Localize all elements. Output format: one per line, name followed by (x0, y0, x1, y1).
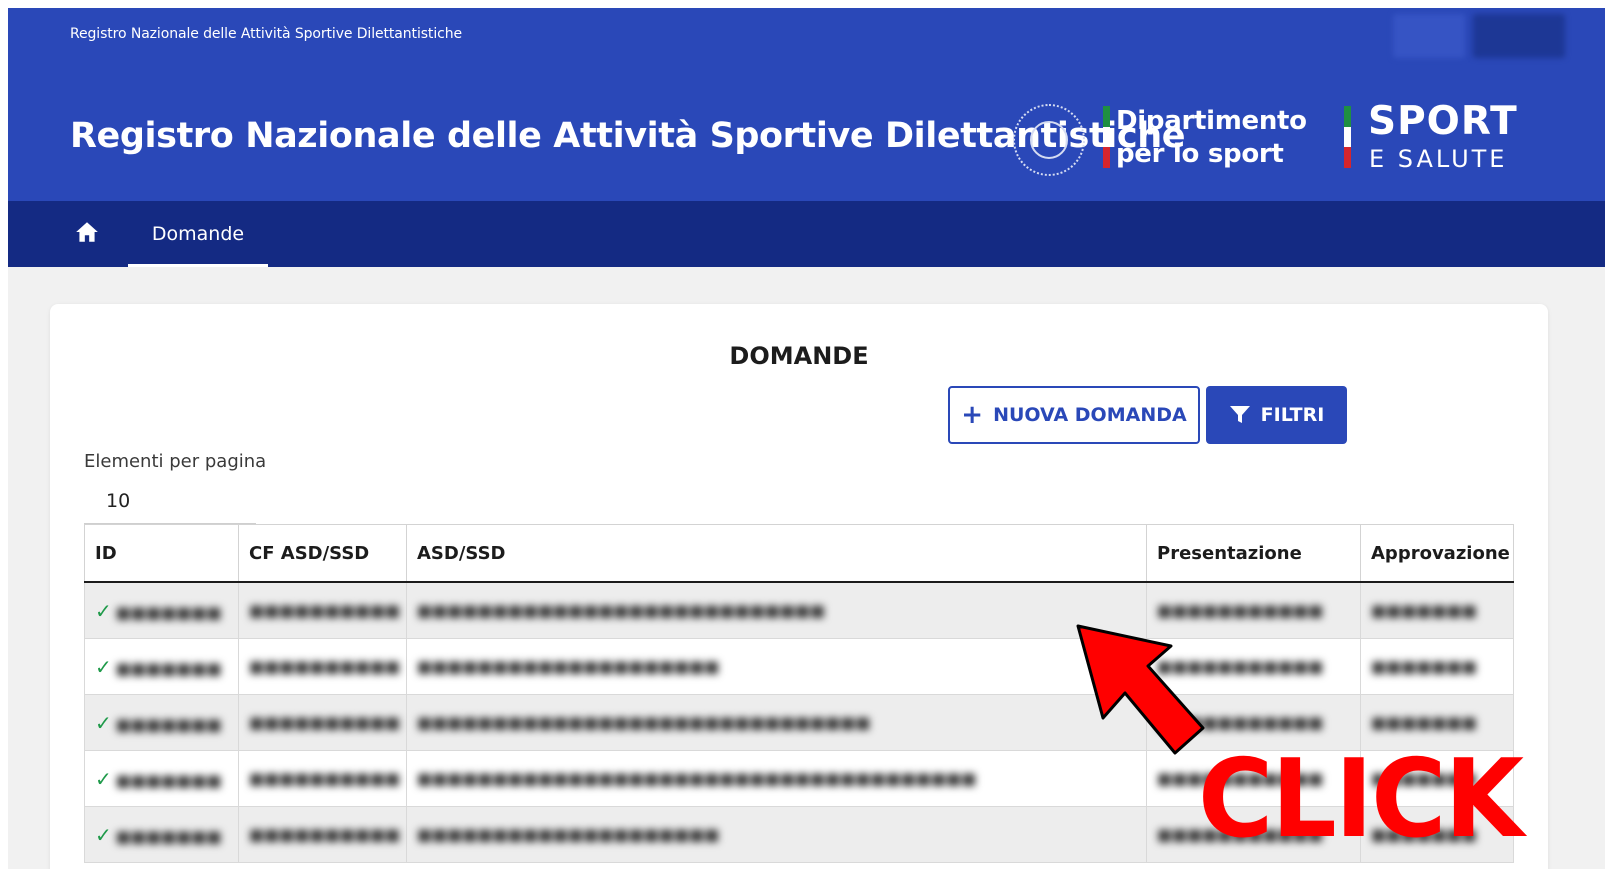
cf-cell: ■■■■■■■■■■ (238, 750, 407, 807)
cf-cell: ■■■■■■■■■■ (238, 638, 407, 695)
column-header-cf[interactable]: CF ASD/SSD (238, 524, 407, 583)
redacted-text: ■■■■■■■■■■■■■■■■■■■■■■■■■■■ (417, 601, 826, 620)
slim-header-title: Registro Nazionale delle Attività Sporti… (70, 26, 462, 42)
department-logo-text: Dipartimento per lo sport (1116, 106, 1307, 169)
redacted-text: ■■■■■■■■■■■■■■■■■■■■■■■■■■■■■■■■■■■■■ (417, 769, 977, 788)
new-application-label: NUOVA DOMANDA (993, 404, 1187, 426)
tab-domande[interactable]: Domande (128, 201, 268, 267)
site-header: Registro Nazionale delle Attività Sporti… (8, 8, 1605, 201)
per-page-select[interactable]: 10 (84, 478, 256, 524)
redacted-text: ■■■■■■■ (115, 826, 222, 846)
redacted-text: ■■■■■■■ (115, 770, 222, 790)
redacted-text: ■■■■■■■■■■■■■■■■■■■■ (417, 657, 720, 676)
check-icon: ✓ (95, 766, 112, 791)
asd-cell: ■■■■■■■■■■■■■■■■■■■■■■■■■■■ (406, 581, 1147, 639)
new-application-button[interactable]: + NUOVA DOMANDA (948, 386, 1200, 444)
asd-cell: ■■■■■■■■■■■■■■■■■■■■■■■■■■■■■■■■■■■■■ (406, 750, 1147, 807)
asd-cell: ■■■■■■■■■■■■■■■■■■■■ (406, 806, 1147, 863)
cf-cell: ■■■■■■■■■■ (238, 694, 407, 751)
page-title: DOMANDE (729, 342, 869, 370)
approvazione-cell: ■■■■■■■ (1360, 638, 1514, 695)
filter-label: FILTRI (1260, 404, 1325, 426)
redacted-text: ■■■■■■■■■■■■■■■■■■■■■■■■■■■■■■ (417, 713, 871, 732)
column-header-approvazione[interactable]: Approvazione (1360, 524, 1514, 583)
app-frame: Registro Nazionale delle Attività Sporti… (8, 8, 1605, 869)
column-header-id[interactable]: ID (84, 524, 239, 583)
slim-header-actions (1393, 14, 1565, 58)
id-cell: ✓ ■■■■■■■ (84, 694, 239, 751)
id-cell: ✓ ■■■■■■■ (84, 750, 239, 807)
redacted-text: ■■■■■■■ (1371, 713, 1477, 732)
check-icon: ✓ (95, 654, 112, 679)
approvazione-cell: ■■■■■■■ (1360, 581, 1514, 639)
asd-cell: ■■■■■■■■■■■■■■■■■■■■ (406, 638, 1147, 695)
redacted-text: ■■■■■■■ (1371, 601, 1477, 620)
table-row[interactable]: ✓ ■■■■■■■ ■■■■■■■■■■ ■■■■■■■■■■■■■■■■■■■■… (84, 638, 1514, 695)
filter-button[interactable]: FILTRI (1206, 386, 1347, 444)
asd-cell: ■■■■■■■■■■■■■■■■■■■■■■■■■■■■■■ (406, 694, 1147, 751)
redacted-text: ■■■■■■■■■■ (249, 601, 401, 620)
redacted-text: ■■■■■■■■■■ (249, 825, 401, 844)
main-navbar: Domande (8, 201, 1605, 267)
flag-stripe-icon (1344, 106, 1351, 169)
sport-salute-logo: SPORT (1368, 99, 1518, 144)
cf-cell: ■■■■■■■■■■ (238, 806, 407, 863)
per-page-label: Elementi per pagina (84, 451, 267, 472)
redacted-text: ■■■■■■■■■■ (249, 657, 401, 676)
id-cell: ✓ ■■■■■■■ (84, 638, 239, 695)
redacted-text: ■■■■■■■■■■ (249, 769, 401, 788)
table-row[interactable]: ✓ ■■■■■■■ ■■■■■■■■■■ ■■■■■■■■■■■■■■■■■■■■… (84, 581, 1514, 639)
cf-cell: ■■■■■■■■■■ (238, 581, 407, 639)
flag-stripe-icon (1103, 106, 1110, 169)
check-icon: ✓ (95, 598, 112, 623)
redacted-text: ■■■■■■■ (1371, 657, 1477, 676)
check-icon: ✓ (95, 710, 112, 735)
redacted-text: ■■■■■■■■■■ (249, 713, 401, 732)
column-header-asd[interactable]: ASD/SSD (406, 524, 1147, 583)
tab-domande-label: Domande (151, 223, 245, 245)
home-icon[interactable] (74, 219, 104, 247)
register-button[interactable] (1473, 14, 1565, 58)
redacted-text: ■■■■■■■ (115, 602, 222, 622)
redacted-text: ■■■■■■■■■■■■■■■■■■■■ (417, 825, 720, 844)
filter-icon (1229, 406, 1250, 423)
active-tab-indicator (128, 264, 268, 267)
id-cell: ✓ ■■■■■■■ (84, 581, 239, 639)
republic-emblem-icon (1013, 104, 1085, 176)
redacted-text: ■■■■■■■ (115, 714, 222, 734)
redacted-text: ■■■■■■■ (115, 658, 222, 678)
id-cell: ✓ ■■■■■■■ (84, 806, 239, 863)
column-header-presentazione[interactable]: Presentazione (1146, 524, 1361, 583)
sport-salute-subtitle: E SALUTE (1369, 145, 1508, 173)
login-button[interactable] (1393, 14, 1465, 58)
table-header-row: ID CF ASD/SSD ASD/SSD Presentazione Appr… (84, 524, 1514, 583)
plus-icon: + (961, 400, 984, 430)
check-icon: ✓ (95, 822, 112, 847)
click-annotation: CLICK (1198, 737, 1524, 862)
